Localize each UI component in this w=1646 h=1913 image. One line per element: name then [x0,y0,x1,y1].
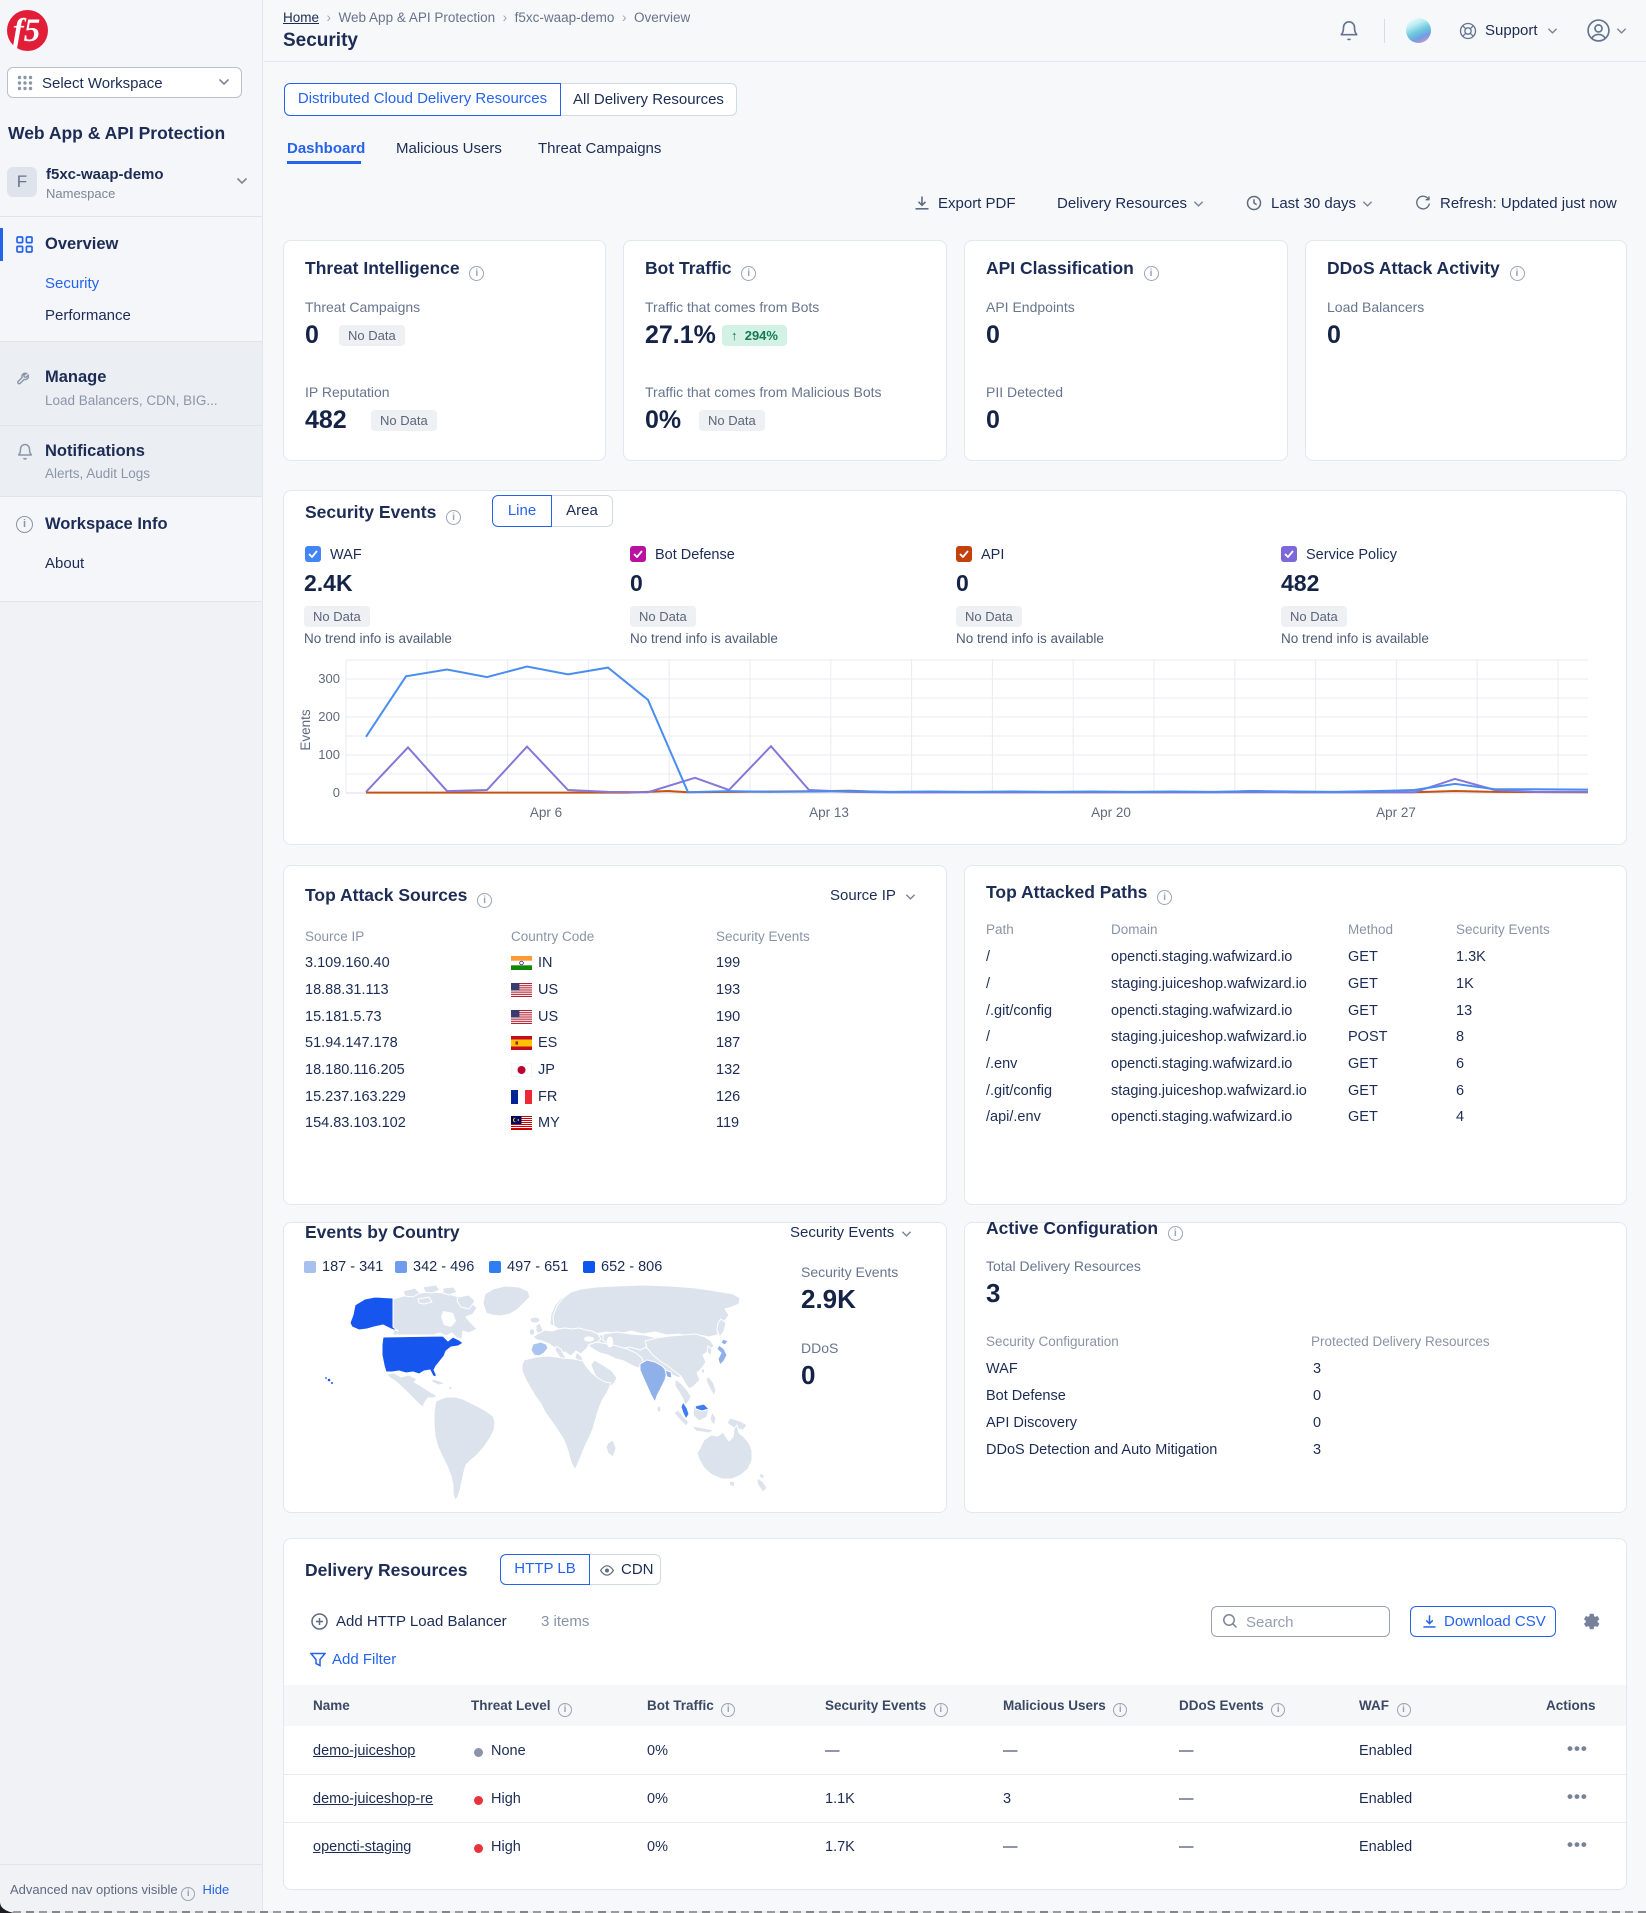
svg-text:Apr 20: Apr 20 [1091,805,1131,820]
svg-text:Apr 27: Apr 27 [1376,805,1416,820]
svg-text:100: 100 [318,747,340,762]
svg-text:Events: Events [300,709,313,751]
svg-text:300: 300 [318,671,340,686]
svg-text:0: 0 [333,785,340,800]
svg-text:200: 200 [318,709,340,724]
svg-text:Apr 13: Apr 13 [809,805,849,820]
svg-text:Apr 6: Apr 6 [530,805,562,820]
svg-text:f5: f5 [13,13,41,49]
